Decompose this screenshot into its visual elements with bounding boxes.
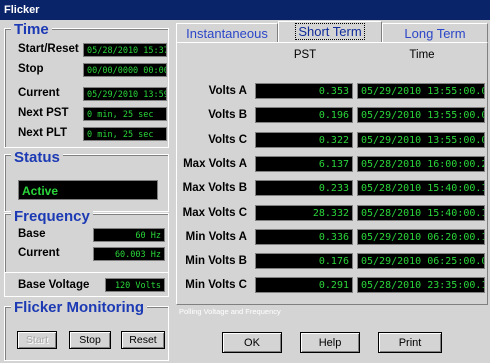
current-frequency-value: 60.003 Hz (93, 247, 165, 261)
current-time-label: Current (18, 87, 60, 99)
status-value: Active (18, 180, 158, 200)
flicker-monitoring-legend: Flicker Monitoring (11, 299, 148, 316)
pst-value: 6.137 (255, 156, 353, 172)
tab-long-term-label: Long Term (404, 26, 466, 41)
flicker-monitoring-group: Flicker Monitoring Start Stop Reset (4, 299, 169, 361)
help-button[interactable]: Help (300, 332, 360, 353)
pst-time-value: 05/28/2010 23:35:00.13 (357, 277, 485, 293)
flicker-window: Time Start/Reset 05/28/2010 15:37:55 Sto… (0, 20, 490, 363)
pst-time-value: 05/28/2010 15:40:00.12 (357, 180, 485, 196)
pst-value: 0.336 (255, 229, 353, 245)
start-reset-value: 05/28/2010 15:37:55 (83, 43, 167, 57)
pst-value: 0.196 (255, 107, 353, 123)
short-term-pane: PST Time Volts A 0.353 05/29/2010 13:55:00… (176, 42, 488, 305)
pst-value: 0.233 (255, 180, 353, 196)
next-pst-value: 0 min, 25 sec (83, 107, 167, 121)
base-voltage-group: Base Voltage 120 Volts (4, 273, 169, 297)
measurement-label: Min Volts A (185, 231, 247, 243)
measurement-label: Max Volts A (183, 158, 247, 170)
measurement-label: Volts A (208, 85, 247, 97)
pst-value: 0.176 (255, 253, 353, 269)
time-column-header: Time (409, 49, 435, 61)
tab-short-term[interactable]: Short Term (278, 21, 382, 43)
measurement-label: Volts C (208, 134, 247, 146)
tab-strip: Instantaneous Short Term Long Term (176, 21, 488, 43)
pst-value: 0.322 (255, 132, 353, 148)
status-legend: Status (11, 149, 63, 166)
print-button[interactable]: Print (378, 332, 442, 353)
stop-button[interactable]: Stop (69, 331, 111, 349)
polling-status-text: Polling Voltage and Frequency (179, 307, 281, 316)
tab-instantaneous-label: Instantaneous (186, 26, 268, 41)
base-voltage-value: 120 Volts (105, 278, 165, 292)
measurement-label: Max Volts C (182, 207, 247, 219)
reset-button[interactable]: Reset (121, 331, 165, 349)
pst-time-value: 05/29/2010 13:55:00.09 (357, 132, 485, 148)
pst-value: 0.353 (255, 83, 353, 99)
pst-time-value: 05/28/2010 16:00:00.23 (357, 156, 485, 172)
measurement-label: Min Volts C (185, 279, 247, 291)
ok-button[interactable]: OK (222, 332, 282, 353)
window-title: Flicker (0, 0, 490, 20)
pst-time-value: 05/29/2010 06:25:00.09 (357, 253, 485, 269)
pst-time-value: 05/28/2010 15:40:00.12 (357, 205, 485, 221)
base-frequency-value: 60 Hz (93, 228, 165, 242)
pst-time-value: 05/29/2010 13:55:00.09 (357, 83, 485, 99)
left-panel: Time Start/Reset 05/28/2010 15:37:55 Sto… (0, 20, 172, 363)
start-reset-label: Start/Reset (18, 43, 79, 55)
pst-time-value: 05/29/2010 06:20:00.16 (357, 229, 485, 245)
frequency-legend: Frequency (11, 208, 93, 225)
base-voltage-label: Base Voltage (18, 279, 90, 291)
tab-long-term[interactable]: Long Term (382, 23, 488, 42)
current-frequency-label: Current (18, 247, 60, 259)
tab-short-term-label: Short Term (295, 23, 365, 40)
pst-value: 0.291 (255, 277, 353, 293)
status-group: Status Active (4, 149, 169, 212)
next-plt-label: Next PLT (18, 127, 67, 139)
next-pst-label: Next PST (18, 107, 69, 119)
time-group: Time Start/Reset 05/28/2010 15:37:55 Sto… (4, 21, 169, 148)
next-plt-value: 0 min, 25 sec (83, 127, 167, 141)
measurement-label: Max Volts B (182, 182, 247, 194)
measurement-label: Volts B (208, 109, 247, 121)
pst-time-value: 05/29/2010 13:55:00.09 (357, 107, 485, 123)
start-button[interactable]: Start (17, 331, 57, 349)
stop-value: 00/00/0000 00:00:00 (83, 63, 167, 77)
measurement-label: Min Volts B (185, 255, 247, 267)
pst-column-header: PST (293, 49, 317, 61)
base-frequency-label: Base (18, 228, 46, 240)
stop-label: Stop (18, 63, 44, 75)
tab-instantaneous[interactable]: Instantaneous (176, 23, 278, 42)
footer: Polling Voltage and Frequency OK Help Pr… (176, 307, 488, 363)
pst-value: 28.332 (255, 205, 353, 221)
time-legend: Time (11, 21, 52, 38)
frequency-group: Frequency Base 60 Hz Current 60.003 Hz (4, 208, 169, 273)
current-time-value: 05/29/2010 13:59:35 (83, 87, 167, 101)
